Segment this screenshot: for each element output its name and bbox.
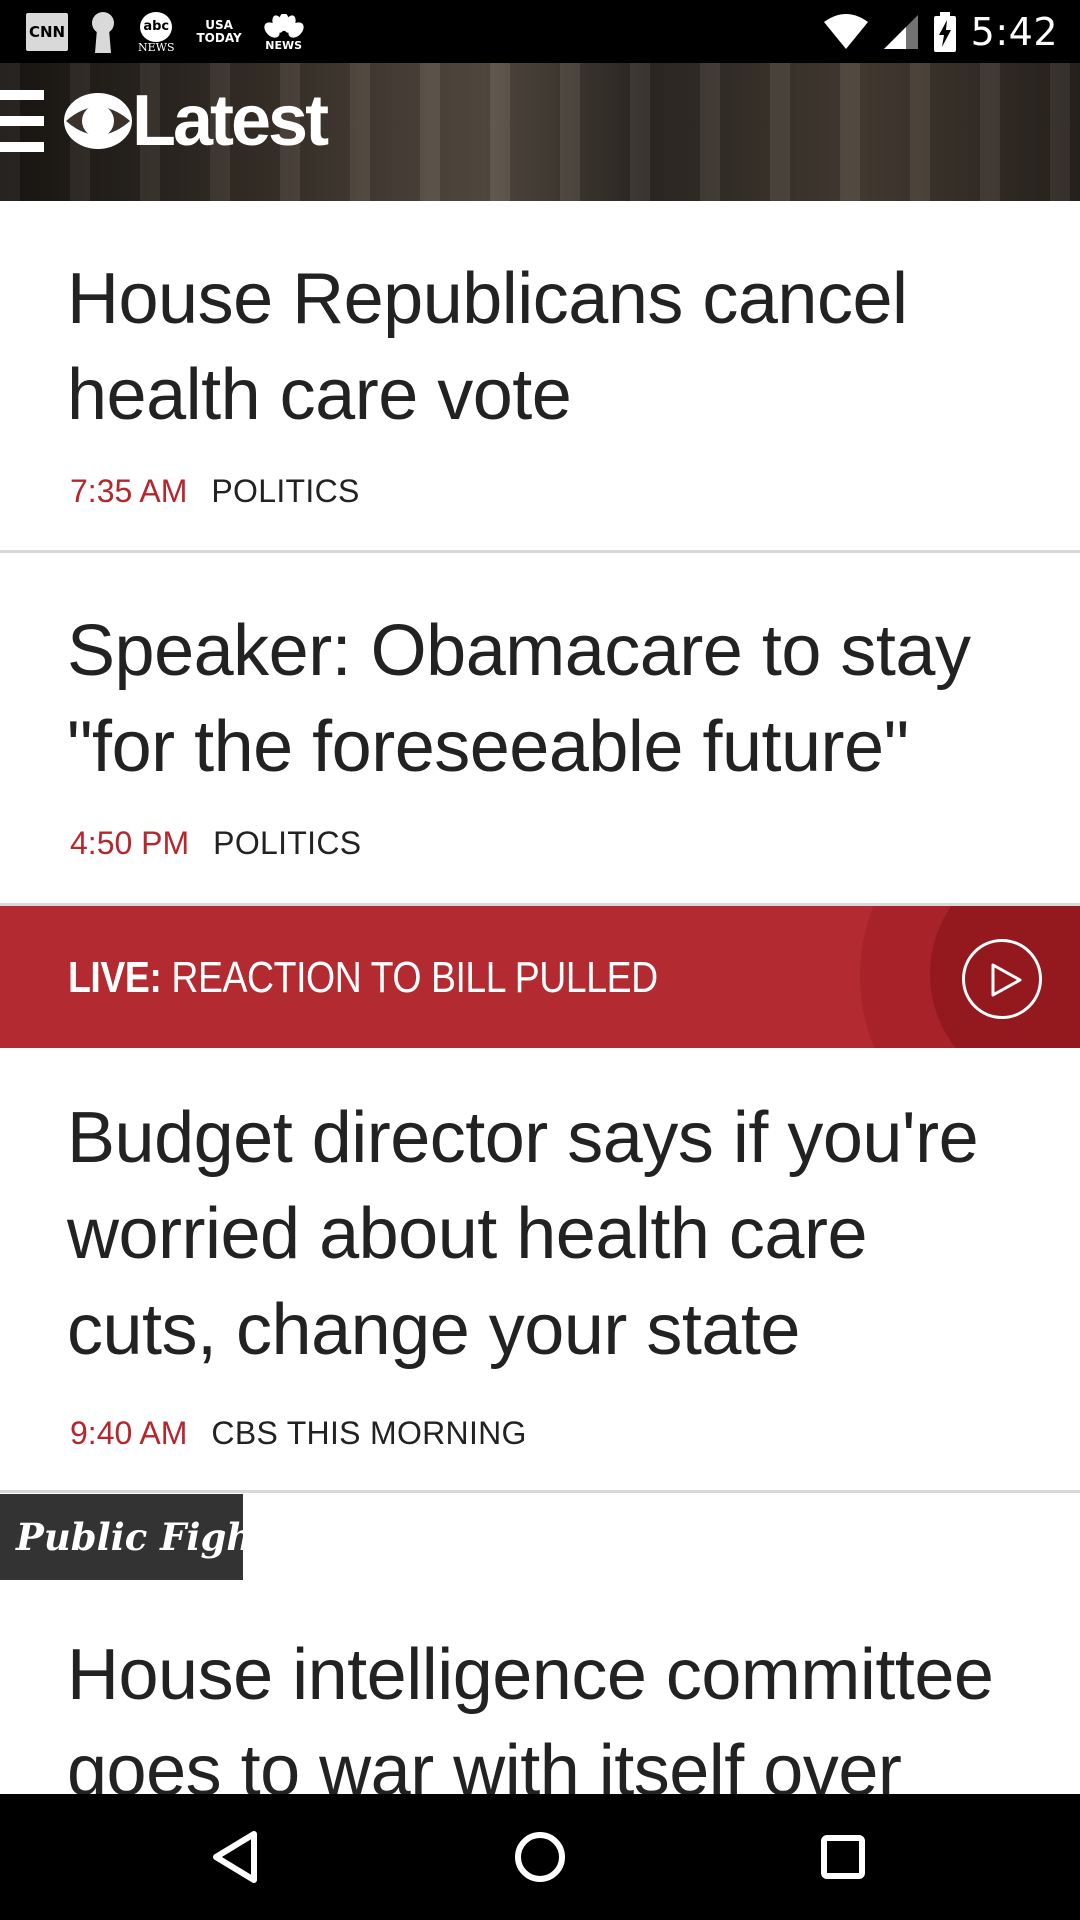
back-icon [213,1831,257,1883]
home-icon [515,1832,565,1882]
story-item[interactable]: Budget director says if you're worried a… [0,1048,1080,1490]
nbc-news-icon: NEWS [264,13,304,52]
cbs-eye-icon [64,93,132,149]
nbc-news-label: NEWS [265,38,303,52]
wifi-icon [823,14,868,49]
abc-news-label: NEWS [138,40,175,54]
abc-news-icon: abc NEWS [138,11,175,54]
usa-today-icon: USA TODAY [197,19,242,45]
news-feed: House Republicans cancel health care vot… [0,201,1080,1794]
status-bar: CNN abc NEWS USA TODAY NEWS 5:42 [0,0,1080,63]
divider [0,1490,1080,1493]
live-banner-text[interactable]: LIVE: REACTION TO BILL PULLED [68,954,658,1002]
notification-icons: CNN abc NEWS USA TODAY NEWS [26,8,304,56]
abc-logo-text: abc [140,11,173,42]
back-button[interactable] [200,1822,270,1892]
topic-tag[interactable]: Public Fight [0,1494,270,1580]
story-category[interactable]: POLITICS [213,825,361,861]
play-icon [991,963,1022,997]
story-time: 4:50 PM [70,825,190,861]
story-item[interactable]: House Republicans cancel health care vot… [0,201,1080,550]
story-meta: 7:35 AM POLITICS [70,471,360,511]
battery-charging-icon [933,12,956,52]
story-title[interactable]: House Republicans cancel health care vot… [67,251,1027,443]
keyhole-icon [92,12,114,53]
system-status: 5:42 [823,6,1058,58]
app-logo: Latest [62,81,329,161]
story-item[interactable]: House intelligence committee goes to war… [0,1580,1080,1794]
story-title[interactable]: Budget director says if you're worried a… [67,1090,1027,1378]
clock: 5:42 [970,10,1058,54]
system-nav-bar [0,1794,1080,1920]
cnn-icon: CNN [26,13,68,51]
hamburger-menu-icon[interactable] [0,90,44,152]
live-headline: REACTION TO BILL PULLED [171,953,658,1002]
recents-icon [821,1835,865,1879]
play-button[interactable] [962,939,1042,1019]
recents-button[interactable] [808,1822,878,1892]
story-time: 7:35 AM [70,473,188,509]
usa-today-label-bottom: TODAY [196,31,242,45]
peacock-icon [264,13,304,38]
app-header: Latest [0,63,1080,201]
cell-signal-icon [883,15,918,49]
story-time: 9:40 AM [70,1415,188,1451]
story-title[interactable]: House intelligence committee goes to war… [67,1627,1027,1794]
story-meta: 9:40 AM CBS THIS MORNING [70,1413,527,1453]
story-item[interactable]: Speaker: Obamacare to stay "for the fore… [0,553,1080,903]
story-category[interactable]: CBS THIS MORNING [211,1415,526,1451]
live-label: LIVE: [68,953,162,1002]
story-category[interactable]: POLITICS [211,473,359,509]
live-banner[interactable]: LIVE: REACTION TO BILL PULLED [0,906,1080,1048]
section-title: Latest [132,81,329,161]
story-title[interactable]: Speaker: Obamacare to stay "for the fore… [67,603,1027,795]
story-meta: 4:50 PM POLITICS [70,823,361,863]
home-button[interactable] [505,1822,575,1892]
